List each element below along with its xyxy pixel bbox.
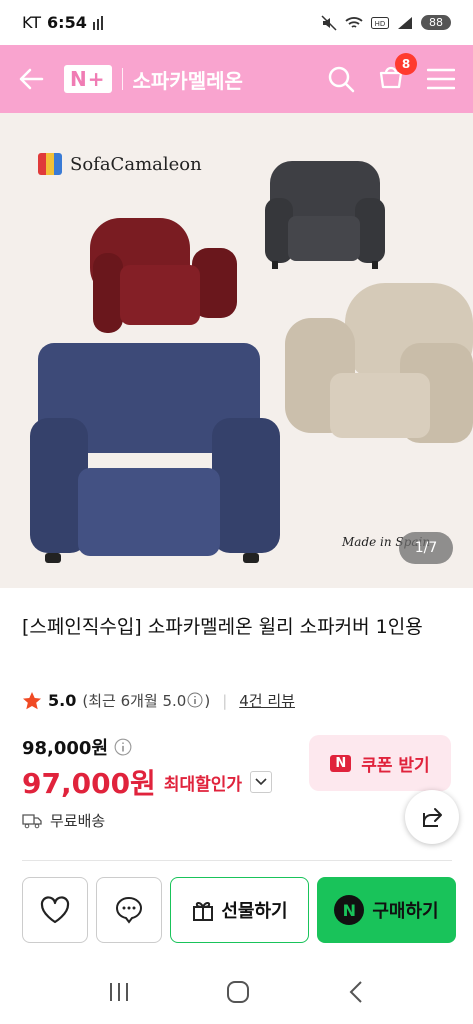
original-price: 98,000원 [22,734,132,760]
buy-label: 구매하기 [372,901,439,922]
battery-indicator: 88 [421,15,451,30]
cell-signal-icon [398,16,412,29]
bottom-action-bar: 선물하기 N 구매하기 [22,877,456,943]
sale-price-row: 97,000원 최대할인가 [22,762,273,802]
blue-armchair-image [30,343,280,563]
share-button[interactable] [405,790,459,844]
section-divider [22,860,452,861]
wishlist-button[interactable] [22,877,88,943]
heart-icon [40,896,70,924]
wifi-icon [345,16,363,28]
max-discount-label: 최대할인가 [163,774,243,795]
grey-armchair-image [265,161,385,269]
back-icon[interactable] [346,980,366,1004]
cart-count-badge: 8 [395,53,417,75]
status-bar: KT 6:54 HD 88 [0,0,473,45]
hd-icon: HD [371,16,389,29]
chevron-down-icon [255,778,267,786]
store-name: 소파카멜레온 [132,68,243,93]
product-image-gallery[interactable]: SofaCamaleon Made in Spain 1/7 [0,113,473,588]
back-arrow-icon[interactable] [18,68,44,90]
mute-icon [321,14,337,31]
top-header: N+ 소파카멜레온 8 [0,45,473,113]
sofa-product-image [30,161,473,563]
menu-icon[interactable] [427,68,455,90]
beige-armchair-image [285,283,473,443]
svg-text:HD: HD [375,20,386,28]
carrier: KT [22,13,42,32]
truck-icon [22,813,42,828]
coupon-button[interactable]: N 쿠폰 받기 [309,735,451,791]
info-icon[interactable] [187,692,203,708]
sale-price: 97,000원 [22,767,156,800]
burgundy-armchair-image [90,218,237,333]
rating-score: 5.0 [48,691,77,710]
clock: 6:54 [47,13,87,32]
nplus-logo: N+ [64,65,112,93]
search-icon[interactable] [327,65,355,93]
recent-apps-icon[interactable] [107,981,131,1003]
gift-label: 선물하기 [221,901,288,922]
review-link[interactable]: 4건 리뷰 [239,690,295,711]
discount-expand-button[interactable] [250,771,273,793]
home-icon[interactable] [225,979,251,1005]
delivery-text: 무료배송 [50,812,106,830]
rating-row: 5.0 (최근 6개월 5.0) | 4건 리뷰 [22,690,295,711]
gift-button[interactable]: 선물하기 [170,877,309,943]
coupon-label: 쿠폰 받기 [361,755,430,776]
delivery-info: 무료배송 [22,810,105,831]
brand-divider [121,68,123,90]
naver-pay-icon: N [334,895,365,925]
cart-button[interactable]: 8 [377,53,417,95]
share-icon [423,808,442,827]
original-price-text: 98,000원 [22,738,109,759]
chat-bubble-icon [115,896,143,924]
system-navigation-bar [0,960,473,1024]
signal-bars-icon [92,15,103,30]
product-title: [스페인직수입] 소파카멜레온 윌리 소파커버 1인용 [22,616,423,638]
chat-button[interactable] [96,877,162,943]
price-info-icon[interactable] [114,738,132,756]
store-brand[interactable]: N+ 소파카멜레온 [64,65,243,94]
rating-recent: (최근 6개월 5.0) [82,692,211,710]
rating-separator: | [222,691,228,710]
image-pager: 1/7 [399,532,453,564]
star-icon [23,691,41,709]
buy-button[interactable]: N 구매하기 [317,877,456,943]
naver-coupon-icon: N [330,754,352,772]
gift-icon [193,901,214,921]
